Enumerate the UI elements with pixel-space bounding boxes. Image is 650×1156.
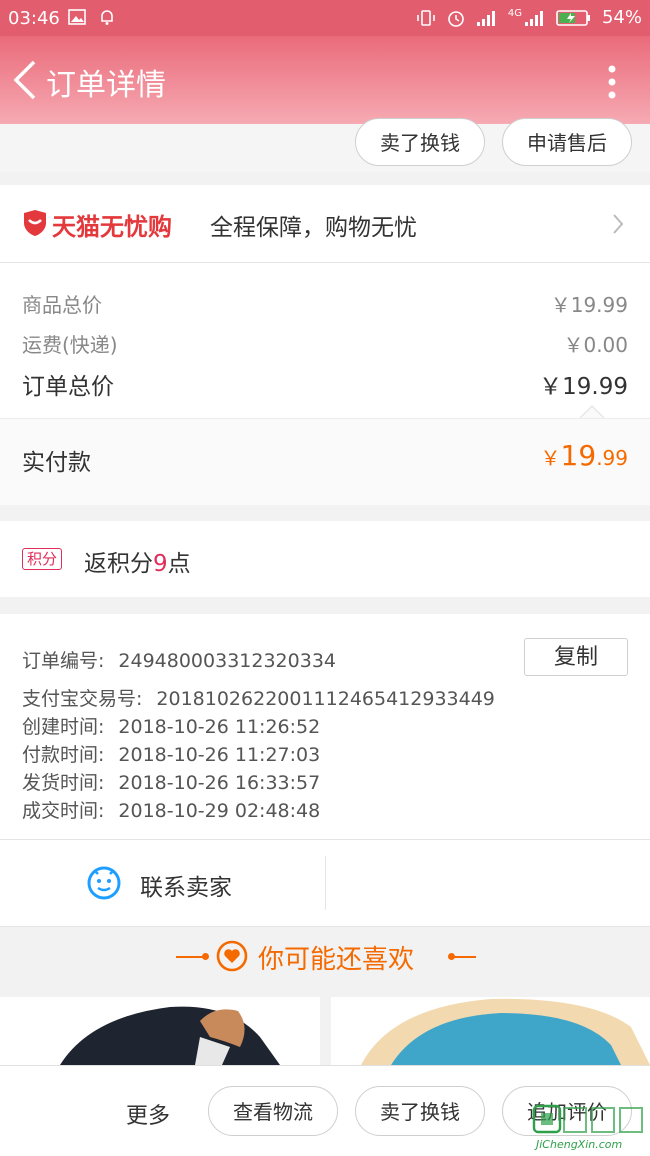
- contact-row: 联系卖家: [0, 840, 650, 926]
- info-label: 支付宝交易号:: [22, 688, 143, 710]
- order-info: 复制 订单编号: 249480003312320334 支付宝交易号: 201810…: [0, 614, 650, 839]
- contact-seller-button[interactable]: 联系卖家: [0, 840, 325, 926]
- info-label: 付款时间:: [22, 744, 105, 766]
- order-total-label: 订单总价: [22, 374, 114, 400]
- top-actions: 卖了换钱 申请售后: [0, 118, 650, 172]
- after-sale-button[interactable]: 申请售后: [502, 118, 632, 166]
- copy-button[interactable]: 复制: [524, 638, 628, 676]
- paid-label: 实付款: [22, 450, 91, 476]
- recommend-line-right: [452, 956, 476, 958]
- price-section: 商品总价 ￥19.99 运费(快递) ￥0.00 订单总价 ￥19.99: [0, 263, 650, 418]
- points-text: 返积分9点: [84, 544, 191, 578]
- battery-percent: 54%: [601, 7, 642, 28]
- alipay-number-value: 2018102622001112465412933449: [156, 688, 495, 710]
- points-amount: 9: [153, 551, 168, 577]
- shipping-label: 运费(快递): [22, 333, 118, 357]
- paid-time-line: 付款时间: 2018-10-26 11:27:03: [22, 740, 320, 767]
- points-row: 积分 返积分9点: [0, 521, 650, 597]
- view-logistics-button[interactable]: 查看物流: [208, 1086, 338, 1136]
- paid-row: 实付款 ￥19.99: [0, 418, 650, 505]
- guarantee-tagline: 全程保障，购物无忧: [210, 215, 417, 241]
- shipped-time-line: 发货时间: 2018-10-26 16:33:57: [22, 768, 320, 795]
- alarm-icon: [448, 10, 464, 27]
- tmall-shield-icon: [24, 210, 46, 236]
- watermark-text: JiChengXin.com: [536, 1138, 623, 1151]
- chevron-left-icon[interactable]: [12, 58, 38, 102]
- page-title: 订单详情: [46, 68, 166, 103]
- sell-button-top[interactable]: 卖了换钱: [355, 118, 485, 166]
- watermark: JiChengXin.com: [532, 1102, 648, 1154]
- product-card-2[interactable]: [331, 997, 650, 1065]
- paid-dec: .99: [596, 446, 628, 470]
- more-link[interactable]: 更多: [126, 1098, 170, 1130]
- vibrate-icon: [417, 9, 435, 26]
- created-time-line: 创建时间: 2018-10-26 11:26:52: [22, 712, 320, 739]
- more-vertical-icon[interactable]: [606, 64, 618, 100]
- contact-seller-label: 联系卖家: [140, 875, 232, 901]
- points-prefix: 返积分: [84, 551, 153, 577]
- alipay-number-line: 支付宝交易号: 2018102622001112465412933449: [22, 684, 495, 711]
- shipping-value: ￥0.00: [563, 333, 628, 357]
- battery-icon: [556, 9, 590, 26]
- signal-icon: [476, 10, 495, 26]
- order-number-value: 249480003312320334: [118, 650, 336, 672]
- image-icon: [68, 9, 86, 25]
- guarantee-row[interactable]: 天猫无忧购 全程保障，购物无忧: [0, 185, 650, 262]
- sell-button-bottom[interactable]: 卖了换钱: [355, 1086, 485, 1136]
- heart-icon: [216, 940, 248, 972]
- info-label: 订单编号:: [22, 650, 105, 672]
- paid-currency: ￥: [540, 446, 561, 470]
- product-image-2: [361, 998, 650, 1065]
- guarantee-brand: 天猫无忧购: [52, 213, 172, 241]
- contact-divider: [325, 856, 326, 910]
- status-bar: 03:46 4G 54%: [0, 0, 650, 36]
- nav-bar: 订单详情: [0, 36, 650, 124]
- shipped-time-value: 2018-10-26 16:33:57: [118, 772, 321, 794]
- chat-face-icon: [87, 866, 121, 900]
- info-label: 发货时间:: [22, 772, 105, 794]
- watermark-logo-icon: [532, 1104, 643, 1134]
- product-image-1: [60, 1006, 280, 1065]
- deal-time-line: 成交时间: 2018-10-29 02:48:48: [22, 796, 320, 823]
- deal-time-value: 2018-10-29 02:48:48: [118, 800, 321, 822]
- product-card-1[interactable]: [0, 997, 320, 1065]
- goods-total-value: ￥19.99: [550, 293, 628, 317]
- recommend-dot-left: [202, 953, 209, 960]
- recommend-title: 你可能还喜欢: [258, 945, 415, 975]
- signal-4g-icon: [524, 10, 543, 26]
- paid-int: 19: [560, 439, 597, 472]
- recommend-header: 你可能还喜欢: [0, 927, 650, 997]
- caret-up-icon: [580, 405, 604, 418]
- created-time-value: 2018-10-26 11:26:52: [118, 716, 321, 738]
- notification-icon: [101, 10, 113, 25]
- points-badge: 积分: [22, 548, 63, 570]
- paid-time-value: 2018-10-26 11:27:03: [118, 744, 321, 766]
- chevron-right-icon: [613, 214, 624, 234]
- paid-amount: ￥19.99: [541, 439, 628, 472]
- points-suffix: 点: [167, 551, 191, 577]
- info-label: 成交时间:: [22, 800, 105, 822]
- goods-total-label: 商品总价: [22, 293, 102, 317]
- status-time: 03:46: [8, 8, 60, 29]
- order-number-line: 订单编号: 249480003312320334: [22, 646, 336, 673]
- network-type: 4G: [507, 8, 522, 19]
- info-label: 创建时间:: [22, 716, 105, 738]
- order-total-value: ￥19.99: [539, 374, 628, 400]
